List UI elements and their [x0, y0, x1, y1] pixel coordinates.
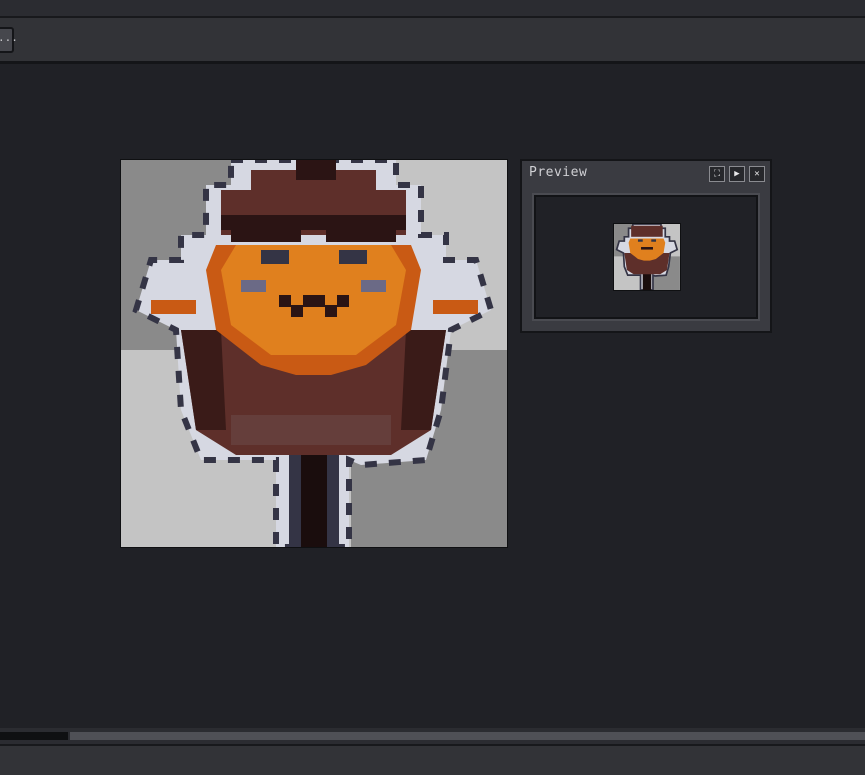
preview-viewport[interactable] [534, 195, 758, 319]
tab-overflow-button[interactable]: ... [0, 27, 18, 53]
scrollbar-thumb[interactable] [70, 732, 865, 740]
scrollbar-left-segment [0, 732, 68, 740]
horizontal-scrollbar[interactable] [0, 728, 865, 744]
top-strip [0, 0, 865, 16]
preview-title: Preview [529, 165, 588, 180]
preview-panel[interactable]: Preview ⛶ ▶ ✕ [520, 159, 772, 333]
status-bar [0, 744, 865, 775]
sprite-image [121, 160, 507, 547]
play-icon[interactable]: ▶ [729, 166, 745, 182]
close-icon[interactable]: ✕ [749, 166, 765, 182]
preview-thumbnail [613, 223, 681, 291]
sprite-canvas[interactable] [120, 159, 508, 548]
tab-bar: ... [0, 16, 865, 64]
fit-screen-icon[interactable]: ⛶ [709, 166, 725, 182]
